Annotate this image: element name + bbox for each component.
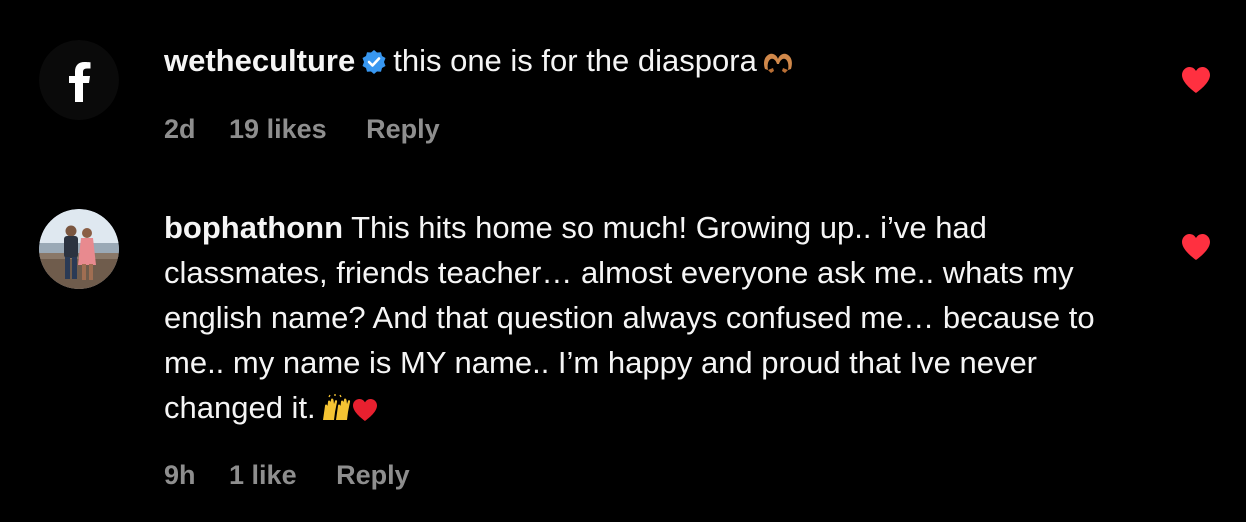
comment-time: 2d [164, 114, 196, 144]
comment-text-block: bophathonn This hits home so much! Growi… [164, 205, 1144, 434]
comment-body: bophathonn This hits home so much! Growi… [164, 205, 1144, 434]
raised-hands-and-red-heart-emoji [320, 389, 378, 434]
avatar[interactable] [39, 209, 119, 289]
username[interactable]: bophathonn [164, 210, 343, 245]
heart-hands-emoji [761, 42, 795, 87]
username[interactable]: wetheculture [164, 43, 355, 78]
heart-icon[interactable] [1181, 233, 1211, 261]
like-count[interactable]: 19 likes [229, 114, 327, 144]
reply-button[interactable]: Reply [336, 460, 410, 490]
comment-text-line: wetheculture this one is for the diaspora [164, 38, 1144, 87]
comment-meta: 9h 1 like Reply [164, 460, 436, 491]
comment-meta: 2d 19 likes Reply [164, 114, 466, 145]
like-count[interactable]: 1 like [229, 460, 297, 490]
comment-time: 9h [164, 460, 196, 490]
verified-badge-icon [361, 42, 387, 87]
avatar[interactable] [39, 40, 119, 120]
facebook-f-icon [39, 40, 119, 120]
comment-text: this one is for the diaspora [393, 43, 757, 78]
reply-button[interactable]: Reply [366, 114, 440, 144]
heart-icon[interactable] [1181, 66, 1211, 94]
profile-photo [39, 209, 119, 289]
comment-body: wetheculture this one is for the diaspora [164, 38, 1144, 87]
